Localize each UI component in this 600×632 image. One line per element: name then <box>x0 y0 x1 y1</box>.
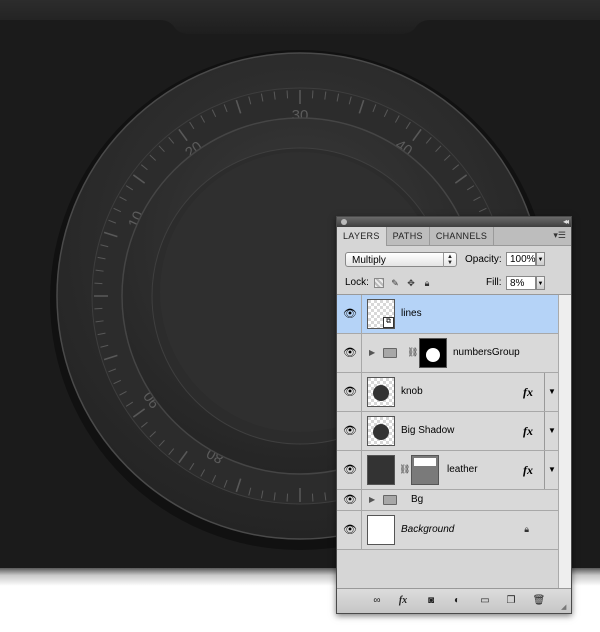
visibility-toggle[interactable]: 👁︎ <box>337 295 362 333</box>
layer-row-bg[interactable]: 👁︎ ▶ Bg <box>337 490 559 511</box>
trash-icon[interactable]: 🗑︎ <box>531 594 547 608</box>
layer-name[interactable]: Big Shadow <box>401 425 454 437</box>
layer-name[interactable]: Background <box>401 524 454 536</box>
layer-row-lines[interactable]: 👁︎ ⧉ lines <box>337 295 559 334</box>
visibility-toggle[interactable]: 👁︎ <box>337 373 362 411</box>
fx-icon[interactable]: fx <box>395 594 411 608</box>
fill-input[interactable]: 8% <box>506 276 536 290</box>
layer-thumbnail <box>367 377 395 407</box>
folder-icon <box>383 495 397 505</box>
layer-name[interactable]: lines <box>401 308 422 320</box>
updown-arrows-icon: ▲ ▼ <box>443 253 456 267</box>
shadow-shape <box>373 424 389 440</box>
mask-icon[interactable]: ◙ <box>423 594 439 608</box>
knob-shape <box>373 385 389 401</box>
fx-icon[interactable]: fx <box>523 463 533 478</box>
layer-thumbnail: ⧉ <box>367 299 395 329</box>
fx-icon[interactable]: fx <box>523 424 533 439</box>
layer-row-numbersgroup[interactable]: 👁︎ ▶ ⛓ numbersGroup <box>337 334 559 373</box>
layer-row-background[interactable]: 👁︎ Background 🔒︎ <box>337 511 559 550</box>
layer-row-big-shadow[interactable]: 👁︎ Big Shadow fx ▼ <box>337 412 559 451</box>
mask-link-icon[interactable]: ⛓ <box>399 464 410 475</box>
link-icon[interactable]: ∞ <box>369 594 385 608</box>
eye-icon: 👁︎ <box>343 464 357 476</box>
mask-thumbnail <box>411 455 439 485</box>
mask-link-icon[interactable]: ⛓ <box>407 347 418 358</box>
opacity-input[interactable]: 100% <box>506 252 536 266</box>
new-layer-icon[interactable]: ❐ <box>503 594 519 608</box>
eye-icon: 👁︎ <box>343 494 357 506</box>
layer-name[interactable]: Bg <box>411 494 423 506</box>
visibility-toggle[interactable]: 👁︎ <box>337 511 362 549</box>
adjustment-icon[interactable]: ◐ <box>449 594 465 608</box>
folder-icon <box>383 348 397 358</box>
lock-transparency-icon[interactable] <box>374 278 384 288</box>
collapse-icon[interactable]: ◂◂ <box>563 217 569 227</box>
layer-name[interactable]: leather <box>447 464 478 476</box>
lock-position-move-icon[interactable]: ✥ <box>406 278 416 288</box>
effects-toggle[interactable]: ▼ <box>544 373 559 411</box>
blend-mode-select[interactable]: Multiply ▲ ▼ <box>345 252 457 267</box>
dial-tick <box>94 307 103 310</box>
eye-icon: 👁︎ <box>343 425 357 437</box>
eye-icon: 👁︎ <box>343 347 357 359</box>
caret-down-icon: ▼ <box>548 465 556 474</box>
layer-row-knob[interactable]: 👁︎ knob fx ▼ <box>337 373 559 412</box>
fx-icon[interactable]: fx <box>523 385 533 400</box>
tab-layers[interactable]: LAYERS <box>337 227 387 246</box>
effects-toggle[interactable]: ▼ <box>544 412 559 450</box>
visibility-toggle[interactable]: 👁︎ <box>337 490 362 510</box>
tab-channels[interactable]: CHANNELS <box>430 227 495 245</box>
visibility-toggle[interactable]: 👁︎ <box>337 334 362 372</box>
layers-scrollbar[interactable] <box>558 295 571 588</box>
lock-pixels-brush-icon[interactable]: ✎ <box>390 278 400 288</box>
lock-row: Lock: ✎ ✥ 🔒︎ Fill: 8% ▼ <box>337 272 571 295</box>
eye-icon: 👁︎ <box>343 524 357 536</box>
opacity-label: Opacity: <box>465 254 502 265</box>
opacity-dropdown-icon[interactable]: ▼ <box>536 252 545 266</box>
mask-white-circle <box>426 348 440 362</box>
dial-tick <box>286 493 289 502</box>
mask-white-top <box>414 458 436 466</box>
layer-name[interactable]: knob <box>401 386 423 398</box>
mask-thumbnail <box>419 338 447 368</box>
dial-tick <box>311 90 314 99</box>
fill-label: Fill: <box>486 277 502 288</box>
resize-grip-icon[interactable]: ◢ <box>561 603 569 611</box>
dial-tick <box>286 90 289 99</box>
panel-titlebar[interactable]: ◂◂ <box>337 217 571 227</box>
layers-panel[interactable]: ◂◂ LAYERS PATHS CHANNELS ▾☰ Multiply ▲ ▼ … <box>336 216 572 614</box>
leather-top-strip <box>0 0 600 34</box>
dial-tick <box>311 493 314 502</box>
panel-tabs: LAYERS PATHS CHANNELS ▾☰ <box>337 227 571 246</box>
layer-thumbnail <box>367 416 395 446</box>
visibility-toggle[interactable]: 👁︎ <box>337 451 362 489</box>
smart-object-icon: ⧉ <box>383 317 394 328</box>
eye-icon: 👁︎ <box>343 386 357 398</box>
dial-tick <box>94 282 103 285</box>
layers-list: 👁︎ ⧉ lines 👁︎ ▶ ⛓ numbersGroup 👁︎ knob f… <box>337 295 559 588</box>
caret-down-icon: ▼ <box>548 426 556 435</box>
layer-thumbnail <box>367 455 395 485</box>
blend-row: Multiply ▲ ▼ Opacity: 100% ▼ <box>337 246 571 272</box>
layer-name[interactable]: numbersGroup <box>453 347 520 359</box>
lock-label: Lock: <box>345 277 369 288</box>
layer-thumbnail <box>367 515 395 545</box>
lock-icon: 🔒︎ <box>524 524 529 534</box>
expand-triangle-icon[interactable]: ▶ <box>369 348 375 357</box>
expand-triangle-icon[interactable]: ▶ <box>369 495 375 504</box>
lock-all-icon[interactable]: 🔒︎ <box>422 278 432 288</box>
folder-icon[interactable]: ▭ <box>477 594 493 608</box>
panel-menu-icon[interactable]: ▾☰ <box>553 230 566 241</box>
caret-down-icon: ▼ <box>548 387 556 396</box>
close-icon[interactable] <box>341 219 347 225</box>
visibility-toggle[interactable]: 👁︎ <box>337 412 362 450</box>
effects-toggle[interactable]: ▼ <box>544 451 559 489</box>
tab-paths[interactable]: PATHS <box>387 227 430 245</box>
fill-dropdown-icon[interactable]: ▼ <box>536 276 545 290</box>
layer-row-leather[interactable]: 👁︎ ⛓ leather fx ▼ <box>337 451 559 490</box>
eye-icon: 👁︎ <box>343 308 357 320</box>
panel-bottom-toolbar: ∞ fx ◙ ◐ ▭ ❐ 🗑︎ ◢ <box>337 588 571 613</box>
blend-mode-value: Multiply <box>352 255 386 266</box>
